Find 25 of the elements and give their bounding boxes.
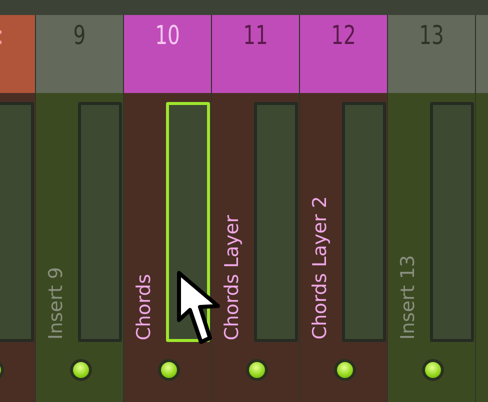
track-header[interactable]: : (0, 15, 35, 93)
enable-led[interactable] (422, 359, 444, 381)
track-header[interactable]: 13 (388, 15, 475, 93)
track-strip[interactable]: Chords (124, 93, 211, 402)
track-name: Insert 9 (45, 267, 67, 340)
track-strip[interactable]: Chords Layer 2 (300, 93, 387, 402)
track-number: 11 (242, 20, 269, 53)
track-strip[interactable]: Insert 13 (388, 93, 475, 402)
track-number: 13 (418, 20, 445, 53)
track-name: Chords (133, 274, 155, 340)
track-header[interactable]: 12 (300, 15, 387, 93)
enable-led[interactable] (334, 359, 356, 381)
track-header[interactable]: 10 (124, 15, 211, 93)
track-name: Chords Layer 2 (309, 196, 331, 340)
track-name: Insert 13 (397, 255, 419, 340)
enable-led[interactable] (158, 359, 180, 381)
track-number: 10 (154, 20, 181, 53)
track-strip[interactable]: Chords Layer (212, 93, 299, 402)
enable-led[interactable] (246, 359, 268, 381)
track-name: Chords Layer (221, 214, 243, 340)
track-strip[interactable]: Insert 9 (36, 93, 123, 402)
track-number: : (0, 20, 4, 53)
enable-led[interactable] (70, 359, 92, 381)
track-number: 12 (330, 20, 357, 53)
track-header[interactable]: 11 (212, 15, 299, 93)
